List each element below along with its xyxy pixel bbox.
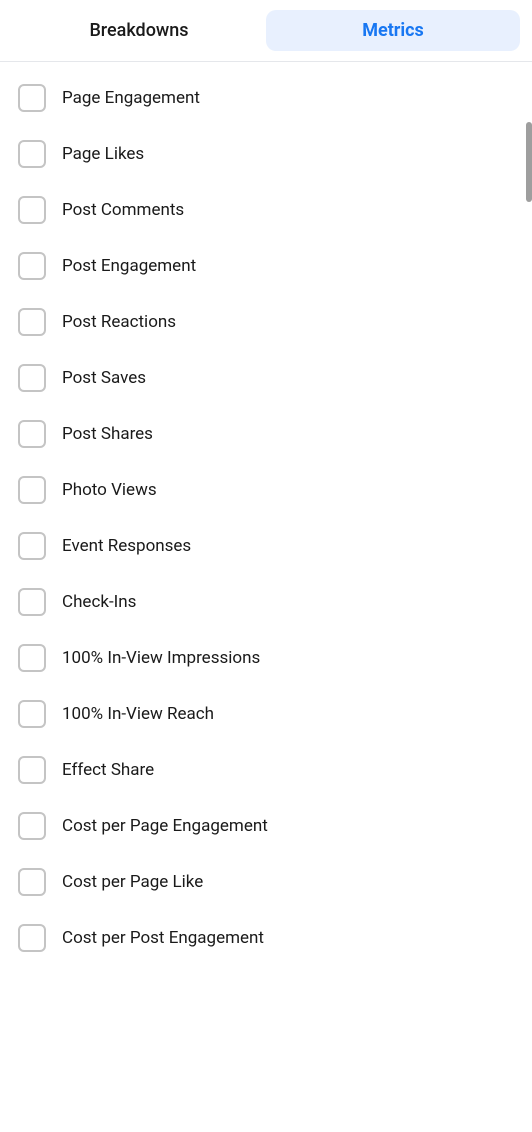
checkbox-post-comments[interactable] [18, 196, 46, 224]
checkbox-page-engagement[interactable] [18, 84, 46, 112]
checkbox-post-shares[interactable] [18, 420, 46, 448]
list-item-post-engagement[interactable]: Post Engagement [0, 238, 532, 294]
label-cost-per-post-engagement: Cost per Post Engagement [62, 928, 264, 948]
label-cost-per-page-like: Cost per Page Like [62, 872, 203, 892]
label-check-ins: Check-Ins [62, 592, 136, 612]
checkbox-check-ins[interactable] [18, 588, 46, 616]
checkbox-post-saves[interactable] [18, 364, 46, 392]
list-container: Page Engagement Page Likes Post Comments Po… [0, 62, 532, 974]
label-post-reactions: Post Reactions [62, 312, 176, 332]
scrollbar[interactable] [526, 122, 532, 202]
label-event-responses: Event Responses [62, 536, 191, 556]
label-100-in-view-impressions: 100% In-View Impressions [62, 648, 260, 668]
list-item-photo-views[interactable]: Photo Views [0, 462, 532, 518]
tab-breakdowns[interactable]: Breakdowns [12, 10, 266, 51]
list-item-post-reactions[interactable]: Post Reactions [0, 294, 532, 350]
checkbox-page-likes[interactable] [18, 140, 46, 168]
label-effect-share: Effect Share [62, 760, 154, 780]
label-page-likes: Page Likes [62, 144, 144, 164]
label-post-shares: Post Shares [62, 424, 153, 444]
label-post-comments: Post Comments [62, 200, 184, 220]
list-item-post-shares[interactable]: Post Shares [0, 406, 532, 462]
checkbox-event-responses[interactable] [18, 532, 46, 560]
label-post-saves: Post Saves [62, 368, 146, 388]
tab-metrics[interactable]: Metrics [266, 10, 520, 51]
list-item-page-engagement[interactable]: Page Engagement [0, 70, 532, 126]
checkbox-100-in-view-reach[interactable] [18, 700, 46, 728]
list-item-post-saves[interactable]: Post Saves [0, 350, 532, 406]
checkbox-cost-per-page-like[interactable] [18, 868, 46, 896]
list-item-100-in-view-reach[interactable]: 100% In-View Reach [0, 686, 532, 742]
checkbox-post-reactions[interactable] [18, 308, 46, 336]
label-post-engagement: Post Engagement [62, 256, 196, 276]
list-item-cost-per-page-engagement[interactable]: Cost per Page Engagement [0, 798, 532, 854]
checkbox-cost-per-page-engagement[interactable] [18, 812, 46, 840]
label-100-in-view-reach: 100% In-View Reach [62, 704, 214, 724]
list-item-cost-per-page-like[interactable]: Cost per Page Like [0, 854, 532, 910]
checkbox-100-in-view-impressions[interactable] [18, 644, 46, 672]
list-item-check-ins[interactable]: Check-Ins [0, 574, 532, 630]
label-page-engagement: Page Engagement [62, 88, 200, 108]
checkbox-post-engagement[interactable] [18, 252, 46, 280]
list-item-cost-per-post-engagement[interactable]: Cost per Post Engagement [0, 910, 532, 966]
checkbox-effect-share[interactable] [18, 756, 46, 784]
list-item-effect-share[interactable]: Effect Share [0, 742, 532, 798]
label-photo-views: Photo Views [62, 480, 157, 500]
checkbox-photo-views[interactable] [18, 476, 46, 504]
label-cost-per-page-engagement: Cost per Page Engagement [62, 816, 268, 836]
checkbox-cost-per-post-engagement[interactable] [18, 924, 46, 952]
list-item-event-responses[interactable]: Event Responses [0, 518, 532, 574]
list-item-post-comments[interactable]: Post Comments [0, 182, 532, 238]
list-item-page-likes[interactable]: Page Likes [0, 126, 532, 182]
list-item-100-in-view-impressions[interactable]: 100% In-View Impressions [0, 630, 532, 686]
tab-bar: Breakdowns Metrics [0, 0, 532, 62]
